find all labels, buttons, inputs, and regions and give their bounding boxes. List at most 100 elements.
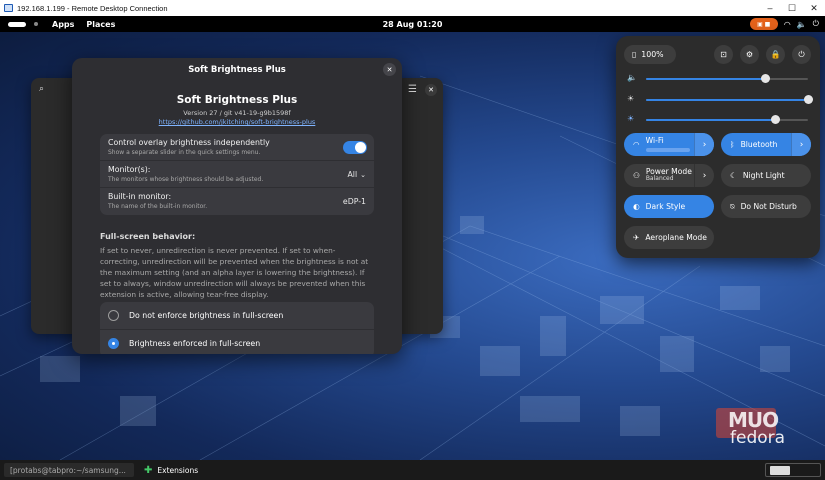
bell-off-icon: ⍉	[730, 201, 735, 211]
battery-pill[interactable]: ▯ 100%	[624, 45, 676, 64]
row-monitors[interactable]: Monitor(s): The monitors whose brightnes…	[100, 161, 374, 188]
lock-icon: 🔒	[770, 50, 781, 59]
search-icon[interactable]: ⌕	[39, 84, 44, 94]
extension-preferences-dialog: Soft Brightness Plus ✕ Soft Brightness P…	[72, 58, 402, 354]
night-light-tile[interactable]: ☾ Night Light	[721, 164, 811, 187]
wifi-network-name-redacted	[645, 147, 690, 152]
overlay-brightness-slider-thumb[interactable]	[771, 115, 781, 124]
radio-label: Brightness enforced in full-screen	[129, 339, 261, 348]
dialog-header: Soft Brightness Plus	[72, 58, 402, 82]
night-light-label: Night Light	[742, 171, 785, 180]
taskbar-item-label: Extensions	[157, 465, 199, 475]
power-button[interactable]: ⏻	[792, 45, 811, 64]
gear-icon: ⚙	[745, 50, 754, 59]
screenshot-icon: ⊡	[720, 50, 727, 59]
power-mode-sublabel: Balanced	[645, 175, 674, 183]
minimize-button[interactable]: –	[759, 0, 781, 16]
radio-option-not-enforced[interactable]: Do not enforce brightness in full-screen	[100, 302, 374, 330]
wifi-icon[interactable]: ◠	[784, 20, 791, 29]
volume-icon[interactable]: 🔈	[797, 20, 807, 29]
radio-button-selected[interactable]	[108, 338, 119, 349]
brightness-icon: ☀	[627, 94, 635, 103]
power-icon: ⏻	[798, 49, 805, 59]
row-sublabel: The name of the built-in monitor.	[108, 203, 208, 210]
power-mode-icon: ⚇	[633, 171, 640, 180]
row-sublabel: The monitors whose brightness should be …	[108, 176, 264, 183]
close-icon[interactable]: ✕	[425, 84, 437, 96]
dialog-close-button[interactable]: ✕	[383, 63, 396, 76]
airplane-icon: ✈	[633, 233, 640, 242]
workspace-dot[interactable]	[34, 22, 38, 26]
radio-label: Do not enforce brightness in full-screen	[129, 311, 284, 320]
aeroplane-mode-label: Aeroplane Mode	[645, 233, 707, 242]
workspace-thumbnail[interactable]	[770, 465, 790, 475]
rdp-title-bar: 192.168.1.199 - Remote Desktop Connectio…	[0, 0, 825, 16]
row-sublabel: Show a separate slider in the quick sett…	[108, 149, 261, 156]
activities-indicator[interactable]	[8, 21, 26, 27]
bottom-taskbar: [protabs@tabpro:~/samsung... ✚ Extension…	[0, 460, 825, 480]
do-not-disturb-tile[interactable]: ⍉ Do Not Disturb	[721, 195, 811, 218]
window-title: 192.168.1.199 - Remote Desktop Connectio…	[17, 3, 168, 13]
power-icon[interactable]: ⏻	[813, 19, 819, 29]
overlay-brightness-icon: ☀	[627, 114, 635, 123]
monitors-dropdown[interactable]: All ⌄	[347, 170, 366, 179]
battery-icon: ▯	[632, 50, 637, 59]
settings-card: Control overlay brightness independently…	[100, 134, 374, 215]
volume-slider-thumb[interactable]	[761, 74, 771, 83]
monitors-value: All	[347, 170, 358, 179]
volume-icon: 🔈	[627, 73, 637, 82]
wifi-label: Wi-Fi	[645, 136, 664, 146]
watermark: MUO fedora	[716, 408, 792, 448]
extension-version: Version 27 / git v41-19-g9b1598f	[183, 109, 291, 117]
volume-slider[interactable]: 🔈	[624, 73, 812, 85]
radio-option-enforced[interactable]: Brightness enforced in full-screen	[100, 330, 374, 354]
power-mode-arrow-button[interactable]: ›	[694, 164, 714, 187]
bluetooth-arrow-button[interactable]: ›	[791, 133, 811, 156]
remote-desktop-icon	[4, 4, 13, 12]
hamburger-menu-icon[interactable]: ☰	[408, 84, 417, 95]
lock-button[interactable]: 🔒	[766, 45, 785, 64]
wifi-arrow-button[interactable]: ›	[694, 133, 714, 156]
aeroplane-mode-tile[interactable]: ✈ Aeroplane Mode	[624, 226, 714, 249]
chevron-down-icon: ⌄	[360, 171, 366, 179]
gnome-top-panel: Apps Places 28 Aug 01:20 ▣ ■ ◠ 🔈 ⏻	[0, 16, 825, 32]
screen-recorder-icon[interactable]: ▣ ■	[749, 18, 778, 30]
brightness-slider[interactable]: ☀	[624, 94, 813, 106]
dark-style-tile[interactable]: ◐ Dark Style	[624, 195, 714, 218]
overlay-brightness-slider[interactable]: ☀	[624, 114, 812, 126]
wifi-tile[interactable]: ◠ Wi-Fi ›	[624, 133, 714, 156]
row-label: Control overlay brightness independently	[108, 138, 270, 147]
builtin-monitor-field[interactable]: eDP-1	[343, 197, 366, 206]
dark-style-icon: ◐	[633, 202, 640, 211]
maximize-button[interactable]: ☐	[781, 0, 803, 16]
bluetooth-tile[interactable]: ᛒ Bluetooth ›	[721, 133, 811, 156]
bluetooth-icon: ᛒ	[730, 140, 735, 149]
row-builtin-monitor[interactable]: Built-in monitor: The name of the built-…	[100, 188, 374, 215]
row-label: Built-in monitor:	[108, 192, 172, 201]
screenshot-button[interactable]: ⊡	[714, 45, 733, 64]
do-not-disturb-label: Do Not Disturb	[740, 202, 797, 211]
power-mode-tile[interactable]: ⚇ Power Mode Balanced ›	[624, 164, 714, 187]
clock[interactable]: 28 Aug 01:20	[0, 20, 825, 29]
row-control-overlay[interactable]: Control overlay brightness independently…	[100, 134, 374, 161]
places-menu[interactable]: Places	[86, 20, 115, 29]
taskbar-item-terminal[interactable]: [protabs@tabpro:~/samsung...	[4, 463, 134, 477]
apps-menu[interactable]: Apps	[52, 20, 74, 29]
taskbar-item-extensions[interactable]: ✚ Extensions	[138, 463, 204, 477]
dialog-title: Soft Brightness Plus	[188, 65, 286, 75]
fedora-logo: fedora	[730, 428, 786, 448]
brightness-slider-thumb[interactable]	[803, 95, 813, 104]
extension-title: Soft Brightness Plus	[176, 94, 298, 106]
close-window-button[interactable]: ✕	[803, 0, 825, 16]
radio-button[interactable]	[108, 310, 119, 321]
overlay-toggle-switch[interactable]	[343, 141, 367, 154]
extension-url-link[interactable]: https://github.com/jkitching/soft-bright…	[72, 118, 402, 126]
workspace-switcher[interactable]	[765, 463, 821, 477]
night-light-icon: ☾	[730, 171, 737, 180]
battery-percent: 100%	[641, 50, 664, 59]
row-label: Monitor(s):	[108, 165, 151, 174]
settings-button[interactable]: ⚙	[740, 45, 759, 64]
puzzle-piece-icon: ✚	[144, 464, 153, 476]
system-tray[interactable]: ▣ ■ ◠ 🔈 ⏻	[749, 18, 819, 30]
quick-settings-panel: ▯ 100% ⊡ ⚙ 🔒 ⏻ 🔈 ☀ ☀ ◠ Wi-Fi › ᛒ Bluetoo…	[616, 36, 820, 258]
